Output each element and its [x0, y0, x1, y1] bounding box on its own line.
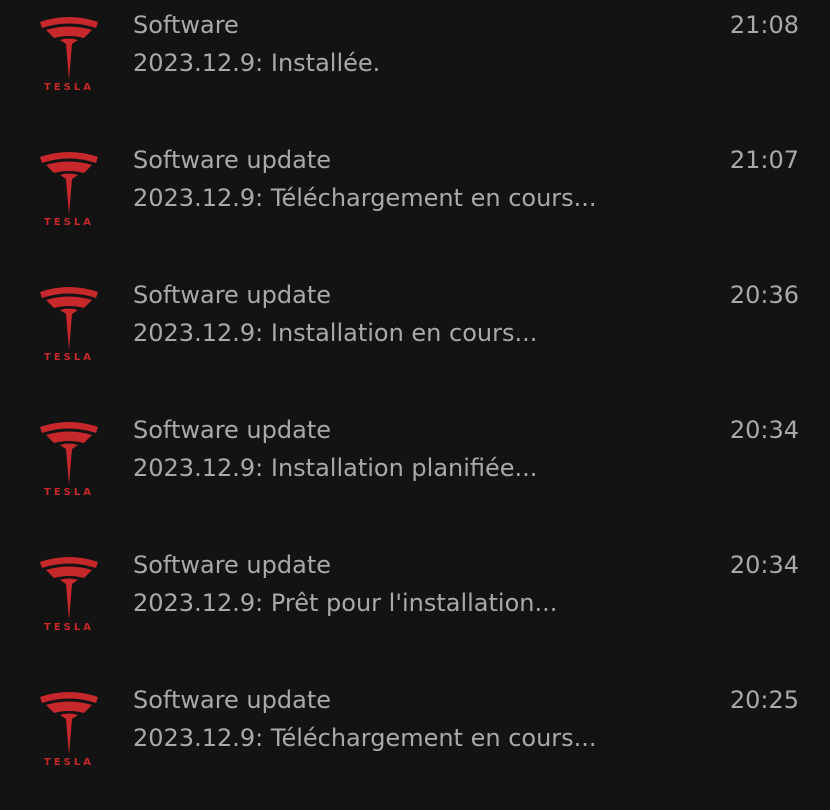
tesla-logo-text: TESLA [44, 217, 94, 228]
notification-time: 20:25 [729, 686, 799, 714]
notification-time: 20:34 [729, 416, 799, 444]
tesla-logo-icon: TESLA [36, 554, 102, 638]
notification-time: 20:36 [729, 281, 799, 309]
tesla-logo-icon: TESLA [36, 284, 102, 368]
notification-status: 2023.12.9: Installée. [133, 49, 381, 77]
notification-item[interactable]: TESLA Software update 2023.12.9: Prêt po… [0, 540, 830, 675]
notification-time: 20:34 [729, 551, 799, 579]
notification-item[interactable]: TESLA Software update 2023.12.9: Install… [0, 270, 830, 405]
notification-item[interactable]: TESLA Software update 2023.12.9: Télécha… [0, 135, 830, 270]
tesla-logo-text: TESLA [44, 82, 94, 93]
notification-status: 2023.12.9: Téléchargement en cours... [133, 724, 597, 752]
notification-status: 2023.12.9: Prêt pour l'installation... [133, 589, 558, 617]
tesla-logo-icon: TESLA [36, 14, 102, 98]
notification-title: Software update [133, 686, 331, 714]
notification-list: TESLA Software 2023.12.9: Installée. 21:… [0, 0, 830, 800]
notification-title: Software [133, 11, 239, 39]
notification-status: 2023.12.9: Installation planifiée... [133, 454, 538, 482]
notification-item[interactable]: TESLA Software update 2023.12.9: Télécha… [0, 675, 830, 810]
tesla-logo-icon: TESLA [36, 689, 102, 773]
notification-status: 2023.12.9: Téléchargement en cours... [133, 184, 597, 212]
tesla-logo-icon: TESLA [36, 419, 102, 503]
tesla-logo-text: TESLA [44, 487, 94, 498]
notification-title: Software update [133, 281, 331, 309]
notification-status: 2023.12.9: Installation en cours... [133, 319, 538, 347]
tesla-logo-text: TESLA [44, 352, 94, 363]
tesla-logo-icon: TESLA [36, 149, 102, 233]
notification-title: Software update [133, 416, 331, 444]
notification-time: 21:07 [729, 146, 799, 174]
notification-title: Software update [133, 551, 331, 579]
notification-item[interactable]: TESLA Software update 2023.12.9: Install… [0, 405, 830, 540]
notification-title: Software update [133, 146, 331, 174]
tesla-logo-text: TESLA [44, 622, 94, 633]
tesla-logo-text: TESLA [44, 757, 94, 768]
notification-item[interactable]: TESLA Software 2023.12.9: Installée. 21:… [0, 0, 830, 135]
notification-time: 21:08 [729, 11, 799, 39]
